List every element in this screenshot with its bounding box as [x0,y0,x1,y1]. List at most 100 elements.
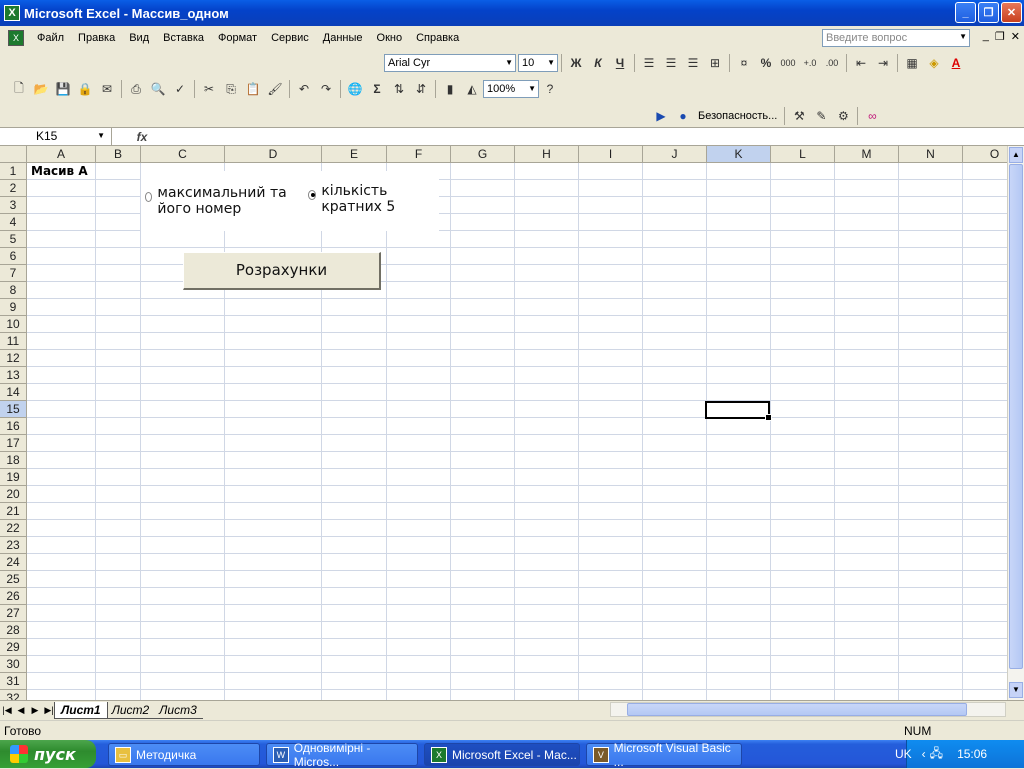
design-mode-icon[interactable]: ✎ [810,105,832,127]
tab-sheet3[interactable]: Лист3 [153,702,203,719]
row-header-23[interactable]: 23 [0,537,27,554]
column-header-d[interactable]: D [225,146,322,163]
percent-button[interactable]: % [755,52,777,74]
vba-editor-icon[interactable]: ⚙ [832,105,854,127]
row-header-4[interactable]: 4 [0,214,27,231]
bold-button[interactable]: Ж [565,52,587,74]
open-folder-icon[interactable]: 📂 [30,78,52,100]
sort-ascending-icon[interactable]: ⇅ [388,78,410,100]
chevron-down-icon[interactable]: ▼ [547,58,555,67]
column-header-j[interactable]: J [643,146,707,163]
tab-sheet1[interactable]: Лист1 [54,701,108,719]
chevron-down-icon[interactable]: ▼ [528,84,536,93]
close-button[interactable]: ✕ [1001,2,1022,23]
calculate-button[interactable]: Розрахунки [183,252,381,290]
row-header-31[interactable]: 31 [0,673,27,690]
horizontal-scrollbar[interactable] [610,702,1006,717]
drawing-icon[interactable]: ◭ [461,78,483,100]
format-painter-icon[interactable]: 🖌 [264,78,286,100]
column-header-f[interactable]: F [387,146,451,163]
row-header-14[interactable]: 14 [0,384,27,401]
help-icon[interactable]: ? [539,78,561,100]
row-header-30[interactable]: 30 [0,656,27,673]
record-macro-icon[interactable]: ● [672,105,694,127]
column-header-a[interactable]: A [27,146,96,163]
menu-format[interactable]: Формат [211,32,264,44]
column-header-n[interactable]: N [899,146,963,163]
row-header-22[interactable]: 22 [0,520,27,537]
italic-button[interactable]: К [587,52,609,74]
chevron-down-icon[interactable]: ▼ [505,58,513,67]
zoom-combo[interactable]: 100% ▼ [483,80,539,98]
column-header-b[interactable]: B [96,146,141,163]
option-max-number[interactable]: максимальний та його номер [145,185,305,217]
vertical-scrollbar[interactable]: ▲ ▼ [1007,146,1024,700]
row-header-25[interactable]: 25 [0,571,27,588]
minimize-button[interactable]: _ [955,2,976,23]
row-header-6[interactable]: 6 [0,248,27,265]
task-metodichka[interactable]: ▭ Методичка [108,743,260,766]
insert-function-icon[interactable]: fx [112,130,172,144]
excel-app-icon[interactable]: X [4,5,20,21]
menu-help[interactable]: Справка [409,32,466,44]
row-header-3[interactable]: 3 [0,197,27,214]
chevron-down-icon[interactable]: ▼ [97,131,105,140]
chart-wizard-icon[interactable]: ▮ [439,78,461,100]
column-header-k[interactable]: K [707,146,771,163]
column-header-o[interactable]: O [963,146,1007,163]
task-word[interactable]: W Одновимірні - Micros... [266,741,418,769]
align-left-icon[interactable]: ☰ [638,52,660,74]
underline-button[interactable]: Ч [609,52,631,74]
row-header-27[interactable]: 27 [0,605,27,622]
security-button[interactable]: Безопасность... [694,110,781,122]
row-header-28[interactable]: 28 [0,622,27,639]
redo-icon[interactable]: ↷ [315,78,337,100]
next-sheet-icon[interactable]: ▶ [28,705,42,716]
scroll-thumb[interactable] [1009,164,1023,669]
copy-icon[interactable]: ⎘ [220,78,242,100]
decrease-decimal-icon[interactable]: .00 [821,52,843,74]
column-header-g[interactable]: G [451,146,515,163]
save-icon[interactable]: 💾 [52,78,74,100]
hyperlink-icon[interactable]: 🌐 [344,78,366,100]
borders-icon[interactable]: ▦ [901,52,923,74]
row-header-13[interactable]: 13 [0,367,27,384]
row-header-8[interactable]: 8 [0,282,27,299]
menu-file[interactable]: Файл [30,32,71,44]
increase-indent-icon[interactable]: ⇥ [872,52,894,74]
menu-window[interactable]: Окно [370,32,410,44]
print-preview-icon[interactable]: 🔍 [147,78,169,100]
autosum-button[interactable]: Σ [366,78,388,100]
paste-icon[interactable]: 📋 [242,78,264,100]
merge-center-icon[interactable]: ⊞ [704,52,726,74]
cell-a1[interactable]: Масив А [31,164,88,178]
increase-decimal-icon[interactable]: +.0 [799,52,821,74]
column-header-i[interactable]: I [579,146,643,163]
restore-button[interactable]: ❐ [978,2,999,23]
font-name-combo[interactable]: Arial Cyr ▼ [384,54,516,72]
spelling-icon[interactable]: ✓ [169,78,191,100]
worksheet-grid[interactable]: A B C D E F G H I J K L M N O 1 2 3 4 5 6 7 8 9 10 11 12 13 14 15 16 17… [0,146,1007,700]
row-header-18[interactable]: 18 [0,452,27,469]
script-editor-icon[interactable]: ∞ [861,105,883,127]
new-file-icon[interactable]: 🗋 [8,78,30,100]
decrease-indent-icon[interactable]: ⇤ [850,52,872,74]
language-indicator[interactable]: UK [895,747,912,761]
scroll-down-icon[interactable]: ▼ [1009,682,1023,698]
print-icon[interactable]: ⎙ [125,78,147,100]
ask-question-input[interactable]: Введите вопрос ▼ [822,29,970,47]
menu-data[interactable]: Данные [316,32,370,44]
select-all-corner[interactable] [0,146,27,163]
undo-icon[interactable]: ↶ [293,78,315,100]
fill-color-icon[interactable]: ◈ [923,52,945,74]
font-color-icon[interactable]: A [945,52,967,74]
menu-tools[interactable]: Сервис [264,32,316,44]
row-header-5[interactable]: 5 [0,231,27,248]
radio-icon[interactable] [145,192,153,202]
control-toolbox-icon[interactable]: ⚒ [788,105,810,127]
column-header-h[interactable]: H [515,146,579,163]
align-right-icon[interactable]: ☰ [682,52,704,74]
row-header-21[interactable]: 21 [0,503,27,520]
row-header-17[interactable]: 17 [0,435,27,452]
workbook-icon[interactable]: X [8,30,24,46]
